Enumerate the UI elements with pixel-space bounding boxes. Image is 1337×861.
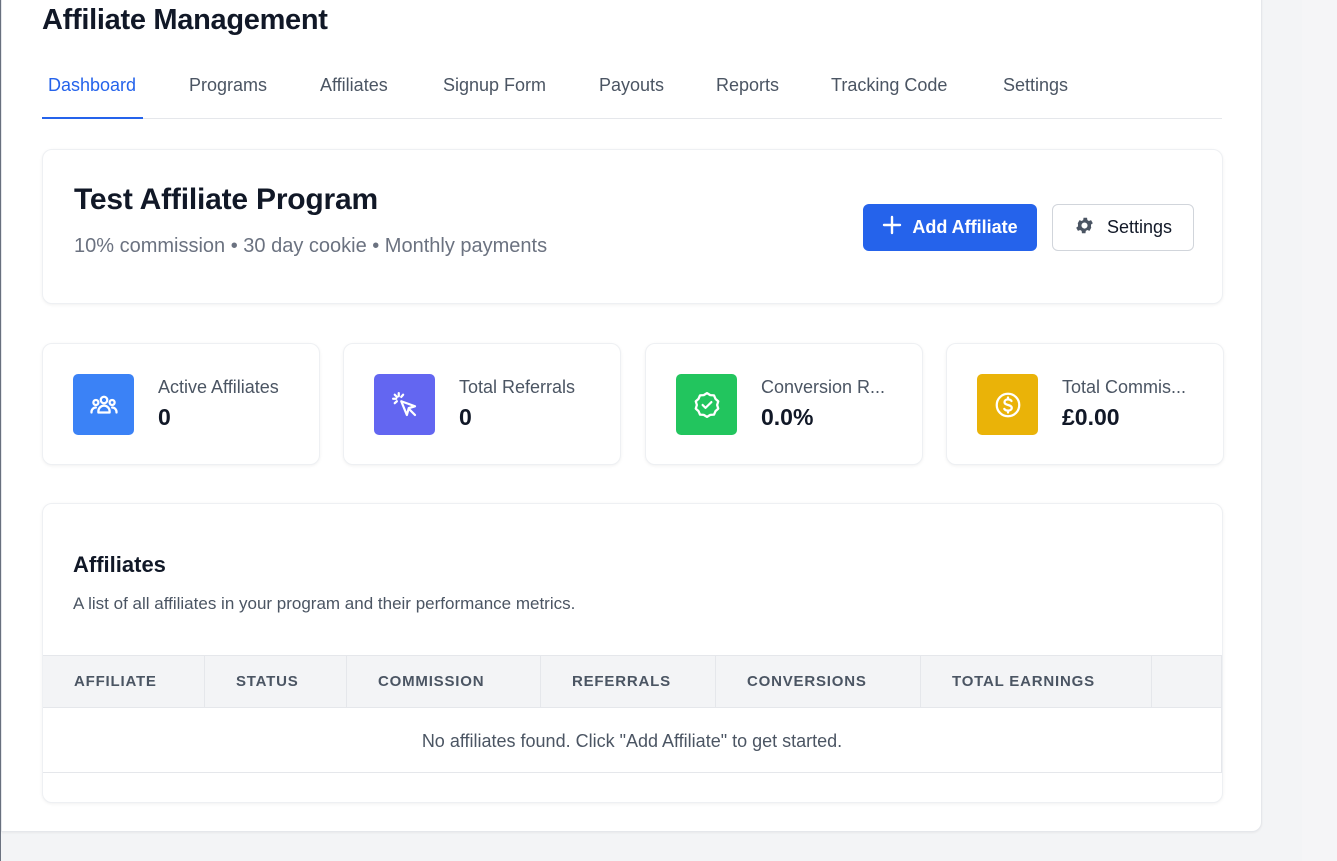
currency-icon [977, 374, 1038, 435]
affiliates-card: Affiliates A list of all affiliates in y… [42, 503, 1223, 803]
add-affiliate-label: Add Affiliate [912, 217, 1018, 237]
tab-reports[interactable]: Reports [716, 62, 779, 118]
gear-icon [1074, 215, 1095, 241]
stat-card-conversion-rate: Conversion R... 0.0% [645, 343, 923, 465]
column-header-commission[interactable]: COMMISSION [347, 656, 541, 707]
stat-label: Conversion R... [761, 377, 886, 397]
stat-card-total-referrals: Total Referrals 0 [343, 343, 621, 465]
table-header: AFFILIATE STATUS COMMISSION REFERRALS CO… [43, 656, 1221, 708]
tab-tracking-code[interactable]: Tracking Code [831, 62, 947, 118]
program-summary: 10% commission • 30 day cookie • Monthly… [74, 235, 548, 257]
program-card: Test Affiliate Program 10% commission • … [42, 149, 1223, 304]
cursor-click-icon [374, 374, 435, 435]
users-icon [73, 374, 134, 435]
affiliates-title: Affiliates [73, 552, 166, 577]
plus-icon [882, 215, 902, 240]
stat-card-total-commission: Total Commis... £0.00 [946, 343, 1224, 465]
column-header-status[interactable]: STATUS [205, 656, 347, 707]
empty-state-message: No affiliates found. Click "Add Affiliat… [421, 731, 843, 751]
page-title: Affiliate Management [42, 4, 328, 36]
stat-value: 0 [158, 404, 171, 430]
tab-bar: Dashboard Programs Affiliates Signup For… [42, 62, 1222, 119]
stat-value: 0.0% [761, 404, 814, 430]
stat-card-active-affiliates: Active Affiliates 0 [42, 343, 320, 465]
tab-signup-form[interactable]: Signup Form [443, 62, 546, 118]
affiliates-description: A list of all affiliates in your program… [73, 594, 576, 613]
tab-dashboard[interactable]: Dashboard [48, 62, 136, 118]
stat-label: Total Referrals [459, 377, 576, 397]
stat-value: £0.00 [1062, 404, 1120, 430]
stat-label: Active Affiliates [158, 377, 279, 397]
program-settings-button[interactable]: Settings [1052, 204, 1194, 251]
column-header-total-earnings[interactable]: TOTAL EARNINGS [921, 656, 1152, 707]
program-settings-label: Settings [1106, 217, 1173, 237]
tab-programs[interactable]: Programs [189, 62, 267, 118]
stat-value: 0 [459, 404, 472, 430]
stat-label: Total Commis... [1062, 377, 1187, 397]
column-header-affiliate[interactable]: AFFILIATE [43, 656, 205, 707]
add-affiliate-button[interactable]: Add Affiliate [863, 204, 1037, 251]
column-header-conversions[interactable]: CONVERSIONS [716, 656, 921, 707]
tab-settings[interactable]: Settings [1003, 62, 1068, 118]
affiliates-table: AFFILIATE STATUS COMMISSION REFERRALS CO… [43, 655, 1222, 773]
program-name: Test Affiliate Program [74, 183, 378, 216]
scrollbar-track[interactable] [1302, 0, 1337, 861]
active-tab-indicator [42, 117, 143, 119]
column-header-referrals[interactable]: REFERRALS [541, 656, 716, 707]
badge-check-icon [676, 374, 737, 435]
tab-affiliates[interactable]: Affiliates [320, 62, 388, 118]
tab-payouts[interactable]: Payouts [599, 62, 664, 118]
